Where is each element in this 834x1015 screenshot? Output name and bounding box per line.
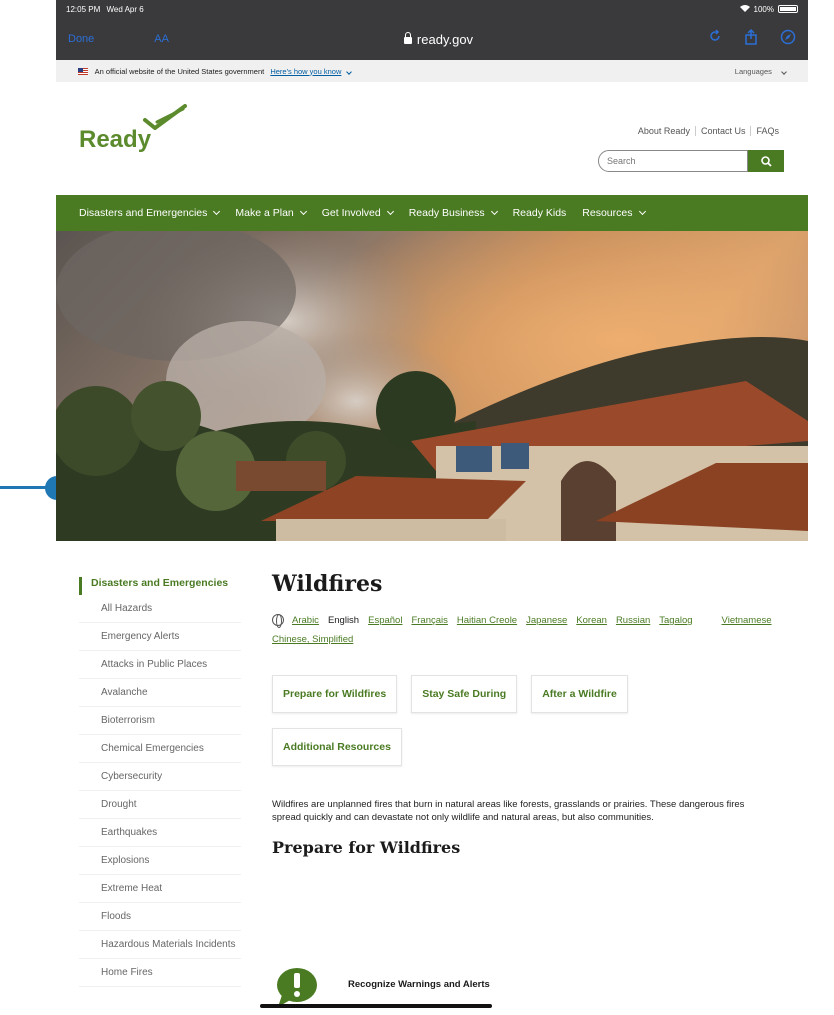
nav-label: Get Involved — [321, 207, 381, 219]
lock-icon — [403, 31, 412, 44]
globe-icon — [272, 614, 284, 628]
ready-logo[interactable]: Ready — [79, 104, 187, 154]
chevron-down-icon — [490, 207, 498, 216]
chevron-down-icon — [299, 207, 307, 216]
sidebar-item-extreme-heat[interactable]: Extreme Heat — [79, 875, 241, 903]
sidebar-item-all-hazards[interactable]: All Hazards — [79, 595, 241, 623]
languages-label: Languages — [734, 66, 772, 76]
nav-label: Disasters and Emergencies — [79, 207, 208, 219]
battery-icon — [778, 5, 798, 13]
gov-banner-text: An official website of the United States… — [94, 66, 265, 76]
sidebar-item-bioterrorism[interactable]: Bioterrorism — [79, 707, 241, 735]
main-nav: Disasters and Emergencies Make a Plan Ge… — [56, 195, 808, 231]
how-you-know-link[interactable]: Here's how you know — [270, 67, 341, 76]
nav-ready-kids[interactable]: Ready Kids — [513, 207, 567, 219]
status-bar: 12:05 PM Wed Apr 6 100% — [56, 0, 808, 18]
ipad-screen: 12:05 PM Wed Apr 6 100% Done AA ready.go… — [56, 0, 808, 1015]
nav-label: Make a Plan — [235, 207, 294, 219]
battery-percent: 100% — [753, 4, 774, 14]
chevron-down-icon — [213, 207, 221, 216]
chevron-down-icon — [638, 207, 646, 216]
search-icon — [760, 155, 772, 167]
status-date: Wed Apr 6 — [106, 4, 144, 14]
nav-label: Resources — [582, 207, 633, 219]
sidebar-item-emergency-alerts[interactable]: Emergency Alerts — [79, 623, 241, 651]
tab-stay-safe[interactable]: Stay Safe During — [411, 675, 518, 713]
sidebar-title[interactable]: Disasters and Emergencies — [79, 577, 241, 595]
lang-arabic[interactable]: Arabic — [292, 611, 319, 630]
nav-disasters[interactable]: Disasters and Emergencies — [79, 207, 221, 219]
sidebar-item-cybersecurity[interactable]: Cybersecurity — [79, 763, 241, 791]
lang-korean[interactable]: Korean — [576, 611, 607, 630]
section-tabs: Prepare for Wildfires Stay Safe During A… — [272, 675, 702, 766]
nav-make-a-plan[interactable]: Make a Plan — [235, 207, 307, 219]
alert-item-label[interactable]: Recognize Warnings and Alerts — [348, 979, 490, 990]
intro-paragraph: Wildfires are unplanned fires that burn … — [272, 799, 745, 823]
sidebar-item-chemical[interactable]: Chemical Emergencies — [79, 735, 241, 763]
chevron-down-icon — [781, 68, 787, 75]
sidebar-item-earthquakes[interactable]: Earthquakes — [79, 819, 241, 847]
nav-resources[interactable]: Resources — [582, 207, 646, 219]
url-text: ready.gov — [416, 31, 474, 47]
about-ready-link[interactable]: About Ready — [633, 126, 695, 136]
lang-russian[interactable]: Russian — [616, 611, 650, 630]
languages-dropdown[interactable]: Languages — [734, 66, 787, 76]
us-flag-icon — [78, 68, 88, 76]
sidebar-item-drought[interactable]: Drought — [79, 791, 241, 819]
gov-banner: An official website of the United States… — [56, 60, 808, 82]
share-icon[interactable] — [744, 28, 758, 49]
site-header: Ready About Ready Contact Us FAQs — [56, 82, 808, 195]
utility-links: About Ready Contact Us FAQs — [633, 126, 784, 136]
hero-image — [56, 231, 808, 541]
tab-after[interactable]: After a Wildfire — [531, 675, 628, 713]
nav-label: Ready Kids — [512, 207, 567, 219]
lang-english-current: English — [327, 615, 360, 626]
site-search — [598, 150, 784, 172]
nav-get-involved[interactable]: Get Involved — [321, 207, 394, 219]
chevron-down-icon — [346, 68, 353, 75]
logo-text: Ready — [79, 126, 152, 153]
lang-haitian-creole[interactable]: Haitian Creole — [457, 611, 517, 630]
lang-vietnamese[interactable]: Vietnamese — [722, 611, 772, 630]
text-size-button[interactable]: AA — [154, 33, 169, 45]
main-content: Wildfires Arabic English Español Françai… — [272, 571, 782, 1007]
done-button[interactable]: Done — [68, 33, 94, 45]
reload-icon[interactable] — [708, 29, 722, 49]
lang-tagalog[interactable]: Tagalog — [659, 611, 692, 630]
page-title: Wildfires — [272, 571, 383, 597]
search-input[interactable] — [598, 150, 748, 172]
sidebar-item-explosions[interactable]: Explosions — [79, 847, 241, 875]
page-content: Disasters and Emergencies All Hazards Em… — [56, 541, 808, 1015]
home-indicator[interactable] — [260, 1004, 492, 1008]
nav-label: Ready Business — [408, 207, 485, 219]
tab-resources[interactable]: Additional Resources — [272, 728, 402, 766]
sidebar-nav: Disasters and Emergencies All Hazards Em… — [79, 577, 241, 987]
section-heading: Prepare for Wildfires — [272, 838, 461, 857]
search-button[interactable] — [748, 150, 784, 172]
exclamation-bubble-icon — [277, 968, 317, 1007]
checkmark-logo-icon — [143, 104, 187, 130]
lang-espanol[interactable]: Español — [368, 611, 402, 630]
sidebar-item-floods[interactable]: Floods — [79, 903, 241, 931]
sidebar-item-attacks[interactable]: Attacks in Public Places — [79, 651, 241, 679]
compass-icon[interactable] — [780, 29, 796, 49]
safari-toolbar: Done AA ready.gov — [56, 18, 808, 60]
tab-prepare[interactable]: Prepare for Wildfires — [272, 675, 398, 713]
alert-list-item: Recognize Warnings and Alerts — [274, 967, 490, 1007]
lang-chinese-simplified[interactable]: Chinese, Simplified — [272, 630, 353, 649]
faqs-link[interactable]: FAQs — [750, 126, 784, 136]
wildfire-house-photo — [56, 231, 808, 541]
wifi-icon — [739, 4, 750, 14]
lang-francais[interactable]: Français — [411, 611, 447, 630]
status-time: 12:05 PM — [66, 4, 101, 14]
sidebar-item-home-fires[interactable]: Home Fires — [79, 959, 241, 987]
contact-us-link[interactable]: Contact Us — [694, 126, 751, 136]
address-bar[interactable]: ready.gov — [403, 31, 474, 47]
language-selector: Arabic English Español Français Haitian … — [272, 611, 782, 649]
chevron-down-icon — [386, 207, 394, 216]
lang-japanese[interactable]: Japanese — [526, 611, 567, 630]
nav-ready-business[interactable]: Ready Business — [408, 207, 498, 219]
sidebar-item-hazmat[interactable]: Hazardous Materials Incidents — [79, 931, 241, 959]
sidebar-item-avalanche[interactable]: Avalanche — [79, 679, 241, 707]
